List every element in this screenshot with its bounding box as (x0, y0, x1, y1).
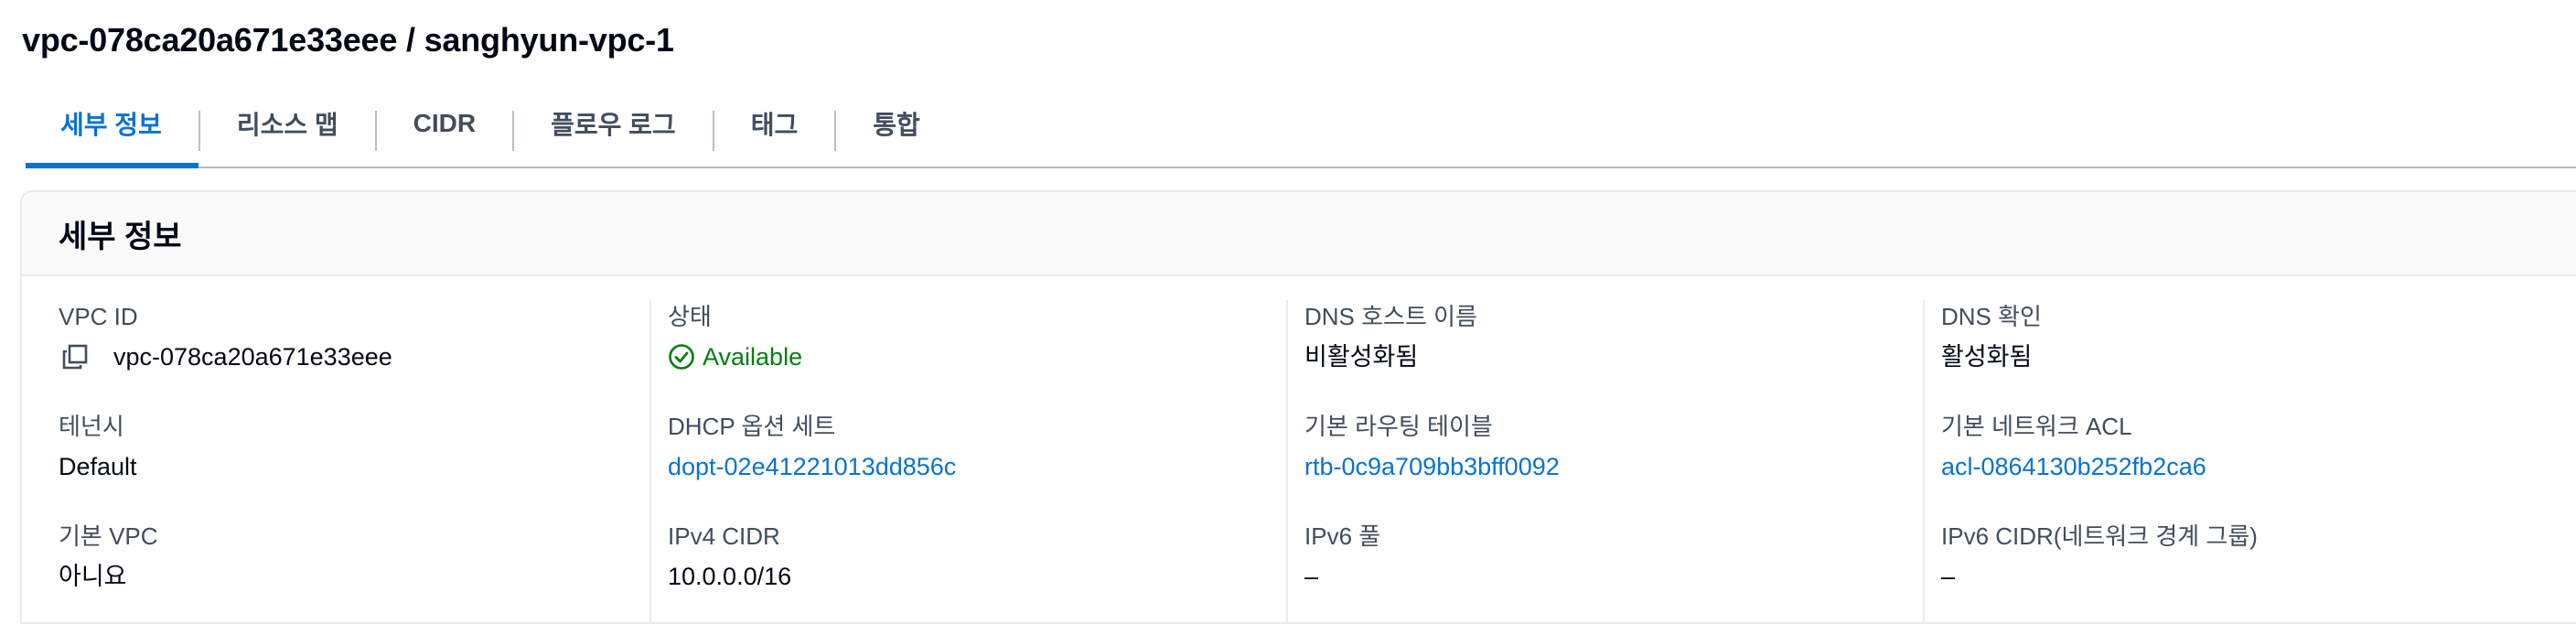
dhcp-options-link[interactable]: dopt-02e41221013dd856c (668, 450, 956, 483)
field-ipv6-pool: IPv6 풀 – (1304, 520, 1380, 593)
tab-resource-map[interactable]: 리소스 맵 (200, 91, 375, 156)
main-route-table-link[interactable]: rtb-0c9a709bb3bff0092 (1304, 450, 1560, 483)
field-label: 기본 VPC (59, 522, 158, 550)
field-label: IPv4 CIDR (668, 522, 780, 550)
check-circle-icon (668, 343, 695, 371)
field-default-vpc: 기본 VPC 아니요 (59, 520, 158, 593)
tab-flow-logs[interactable]: 플로우 로그 (514, 91, 713, 156)
state-text: Available (703, 343, 803, 371)
column-divider (1923, 300, 1925, 622)
details-panel-header: 세부 정보 (22, 192, 2576, 276)
dns-hostnames-value: 비활성화됨 (1304, 343, 1419, 371)
details-column-4: DNS 확인 활성화됨 기본 네트워크 ACL acl-0864130b252f… (1941, 300, 2527, 622)
tab-tags[interactable]: 태그 (714, 91, 835, 156)
field-ipv6-cidr: IPv6 CIDR(네트워크 경계 그룹) – (1941, 520, 2258, 593)
tab-bar: 세부 정보 리소스 맵 CIDR 플로우 로그 태그 통합 (26, 102, 2576, 168)
field-tenancy: 테넌시 Default (59, 410, 137, 483)
dns-resolution-value: 활성화됨 (1941, 343, 2033, 371)
column-divider (649, 300, 651, 622)
field-label: DNS 호스트 이름 (1304, 303, 1477, 330)
field-value: vpc-078ca20a671e33eee (59, 340, 392, 373)
field-label: 기본 네트워크 ACL (1941, 413, 2132, 440)
tenancy-value: Default (59, 453, 137, 480)
field-label: DNS 확인 (1941, 303, 2042, 330)
ipv4-cidr-value: 10.0.0.0/16 (668, 563, 792, 590)
column-divider (1286, 300, 1288, 622)
field-label: 기본 라우팅 테이블 (1304, 413, 1493, 440)
details-column-1: VPC ID vpc-078ca20a671e33eee 테넌시 Default… (59, 300, 644, 622)
field-dns-hostnames: DNS 호스트 이름 비활성화됨 (1304, 300, 1477, 373)
field-label: 테넌시 (59, 413, 124, 440)
field-label: DHCP 옵션 세트 (668, 413, 836, 440)
details-panel: 세부 정보 VPC ID vpc-078ca20a671e33eee 테넌시 D… (20, 190, 2576, 624)
vpc-id-value: vpc-078ca20a671e33eee (113, 343, 392, 371)
ipv6-pool-value: – (1304, 563, 1319, 590)
field-label: IPv6 CIDR(네트워크 경계 그룹) (1941, 522, 2258, 550)
page-title: vpc-078ca20a671e33eee / sanghyun-vpc-1 (22, 21, 674, 59)
tab-cidr[interactable]: CIDR (377, 91, 512, 156)
ipv6-cidr-value: – (1941, 563, 1956, 590)
field-state: 상태 Available (668, 300, 802, 373)
field-main-network-acl: 기본 네트워크 ACL acl-0864130b252fb2ca6 (1941, 410, 2206, 483)
field-main-route-table: 기본 라우팅 테이블 rtb-0c9a709bb3bff0092 (1304, 410, 1560, 483)
field-dns-resolution: DNS 확인 활성화됨 (1941, 300, 2042, 373)
copy-icon[interactable] (59, 340, 91, 373)
details-grid: VPC ID vpc-078ca20a671e33eee 테넌시 Default… (22, 276, 2576, 622)
field-dhcp-options: DHCP 옵션 세트 dopt-02e41221013dd856c (668, 410, 956, 483)
default-vpc-value: 아니요 (59, 563, 127, 590)
details-panel-title: 세부 정보 (59, 219, 182, 254)
field-ipv4-cidr: IPv4 CIDR 10.0.0.0/16 (668, 520, 791, 593)
main-network-acl-link[interactable]: acl-0864130b252fb2ca6 (1941, 450, 2206, 483)
field-label: IPv6 풀 (1304, 522, 1381, 550)
details-column-2: 상태 Available DHCP 옵션 세트 dopt-02e41221013… (668, 300, 1253, 622)
tab-details[interactable]: 세부 정보 (26, 91, 199, 168)
tab-integrations[interactable]: 통합 (836, 91, 957, 156)
field-label: 상태 (668, 303, 712, 330)
details-column-3: DNS 호스트 이름 비활성화됨 기본 라우팅 테이블 rtb-0c9a709b… (1304, 300, 1890, 622)
field-vpc-id: VPC ID vpc-078ca20a671e33eee (59, 300, 392, 373)
state-value: Available (668, 340, 802, 373)
field-label: VPC ID (59, 303, 138, 330)
